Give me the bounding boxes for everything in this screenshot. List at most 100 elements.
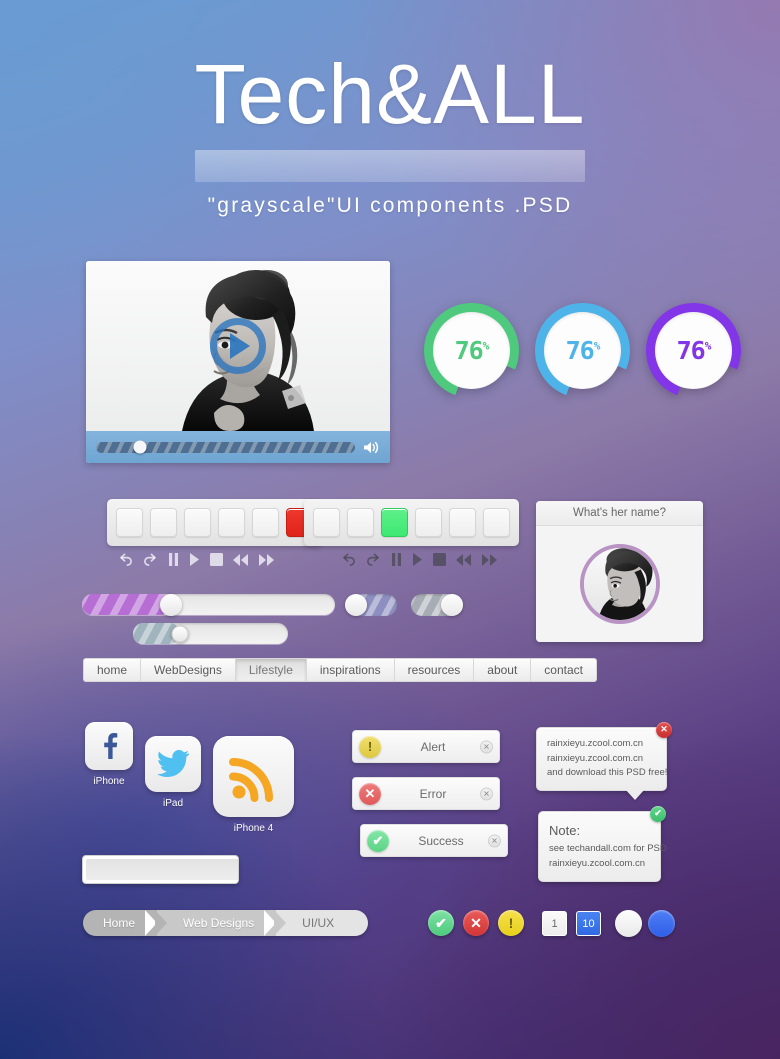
toggle-switch-off[interactable] — [411, 594, 463, 616]
breadcrumb: Home Web Designs UI/UX — [83, 910, 369, 936]
fast-forward-icon[interactable] — [482, 553, 498, 566]
fast-forward-icon[interactable] — [259, 553, 275, 566]
close-icon[interactable]: ✕ — [488, 834, 501, 847]
progress-value: 76% — [566, 336, 601, 365]
square-button[interactable] — [313, 508, 340, 537]
nav-tab-home[interactable]: home — [83, 658, 142, 682]
video-progress-slider[interactable] — [96, 440, 355, 454]
rewind-icon[interactable] — [456, 553, 472, 566]
social-label-facebook: iPhone — [93, 776, 125, 787]
nav-tab-about[interactable]: about — [474, 658, 532, 682]
progress-value: 76% — [677, 336, 712, 365]
square-button[interactable] — [347, 508, 374, 537]
nav-tab-resources[interactable]: resources — [394, 658, 475, 682]
name-card: What's her name? — [536, 501, 703, 642]
tooltip-line: and download this PSD free! — [547, 767, 668, 779]
square-button[interactable] — [252, 508, 279, 537]
redo-icon[interactable] — [366, 552, 381, 567]
stop-icon[interactable] — [210, 553, 223, 566]
nav-tab-lifestyle[interactable]: Lifestyle — [235, 658, 307, 682]
check-icon[interactable]: ✔ — [428, 910, 454, 936]
progress-circles-group: 76% 76% 76% — [424, 303, 741, 398]
play-button[interactable] — [210, 318, 266, 374]
undo-icon[interactable] — [341, 552, 356, 567]
square-button[interactable] — [449, 508, 476, 537]
circle-radio-on[interactable] — [648, 910, 675, 937]
toggle-knob — [345, 594, 367, 616]
button-group-secondary — [304, 499, 519, 546]
square-button[interactable] — [415, 508, 442, 537]
toggle-switch-group — [345, 594, 463, 616]
video-frame — [86, 261, 390, 431]
redo-icon[interactable] — [143, 552, 158, 567]
button-group-primary — [107, 499, 322, 546]
breadcrumb-item-home[interactable]: Home — [83, 910, 168, 936]
pause-icon[interactable] — [391, 553, 402, 566]
pause-icon[interactable] — [168, 553, 179, 566]
cross-icon[interactable]: ✕ — [463, 910, 489, 936]
play-icon[interactable] — [412, 553, 423, 566]
search-box[interactable] — [82, 855, 239, 884]
close-icon[interactable]: ✕ — [480, 740, 493, 753]
search-input[interactable] — [86, 859, 238, 880]
square-button[interactable] — [150, 508, 177, 537]
nav-tab-inspirations[interactable]: inspirations — [306, 658, 395, 682]
page-button-1[interactable]: 1 — [542, 911, 567, 936]
slider-fill — [82, 594, 171, 615]
tooltip-tail — [624, 789, 645, 801]
name-card-body — [536, 526, 703, 642]
ui-kit-stage: Tech&ALL "grayscale"UI components .PSD 7… — [0, 0, 780, 1059]
rss-tile[interactable] — [213, 736, 294, 817]
square-button[interactable] — [116, 508, 143, 537]
tooltip-title: Note: — [549, 823, 581, 838]
square-button[interactable] — [184, 508, 211, 537]
square-button[interactable] — [483, 508, 510, 537]
exclamation-icon: ! — [359, 735, 381, 758]
rewind-icon[interactable] — [233, 553, 249, 566]
breadcrumb-arrow — [274, 910, 287, 936]
progress-value: 76% — [455, 336, 490, 365]
alert-bar-warning[interactable]: ! Alert ✕ — [352, 730, 500, 763]
tooltip-line: rainxieyu.zcool.com.cn — [549, 857, 646, 869]
exclamation-icon[interactable]: ! — [498, 910, 524, 936]
square-button[interactable] — [218, 508, 245, 537]
tooltip-note: ✔ Note: see techandall.com for PSD rainx… — [538, 806, 667, 882]
play-icon[interactable] — [189, 553, 200, 566]
nav-tab-webdesigns[interactable]: WebDesigns — [141, 658, 236, 682]
check-icon: ✔ — [367, 829, 389, 852]
alert-bar-success[interactable]: ✔ Success ✕ — [360, 824, 508, 857]
circle-radio-group — [615, 910, 675, 937]
alert-bar-error[interactable]: ✕ Error ✕ — [352, 777, 500, 810]
check-icon[interactable]: ✔ — [650, 806, 666, 822]
close-icon[interactable]: ✕ — [480, 787, 493, 800]
circle-radio-off[interactable] — [615, 910, 642, 937]
social-item-twitter[interactable]: iPad — [145, 736, 201, 809]
breadcrumb-item-web-designs[interactable]: Web Designs — [157, 910, 287, 936]
slider-main[interactable] — [82, 593, 335, 616]
slider-secondary[interactable] — [133, 623, 288, 644]
social-item-rss[interactable]: iPhone 4 — [213, 736, 294, 834]
header: Tech&ALL "grayscale"UI components .PSD — [0, 52, 780, 218]
nav-tabs: home WebDesigns Lifestyle inspirations r… — [83, 658, 597, 682]
social-label-rss: iPhone 4 — [233, 823, 274, 834]
video-progress-knob[interactable] — [133, 440, 147, 454]
facebook-tile[interactable] — [85, 722, 133, 770]
toggle-switch-on[interactable] — [345, 594, 397, 616]
slider-knob[interactable] — [159, 593, 182, 616]
media-controls-light — [118, 552, 275, 567]
page-button-10-active[interactable]: 10 — [576, 911, 601, 936]
square-button-active-green[interactable] — [381, 508, 408, 537]
twitter-tile[interactable] — [145, 736, 201, 792]
nav-tab-contact[interactable]: contact — [531, 658, 597, 682]
breadcrumb-item-ui-ux[interactable]: UI/UX — [276, 910, 369, 936]
progress-circle-blue: 76% — [535, 303, 630, 398]
close-icon[interactable]: ✕ — [656, 722, 672, 738]
social-item-facebook[interactable]: iPhone — [85, 722, 133, 787]
stop-icon[interactable] — [433, 553, 446, 566]
volume-icon[interactable] — [363, 440, 380, 455]
page-subtitle: "grayscale"UI components .PSD — [207, 194, 573, 217]
slider-knob[interactable] — [171, 625, 188, 642]
video-player[interactable] — [86, 261, 390, 463]
tooltip-download: ✕ rainxieyu.zcool.com.cn rainxieyu.zcool… — [536, 722, 672, 801]
undo-icon[interactable] — [118, 552, 133, 567]
